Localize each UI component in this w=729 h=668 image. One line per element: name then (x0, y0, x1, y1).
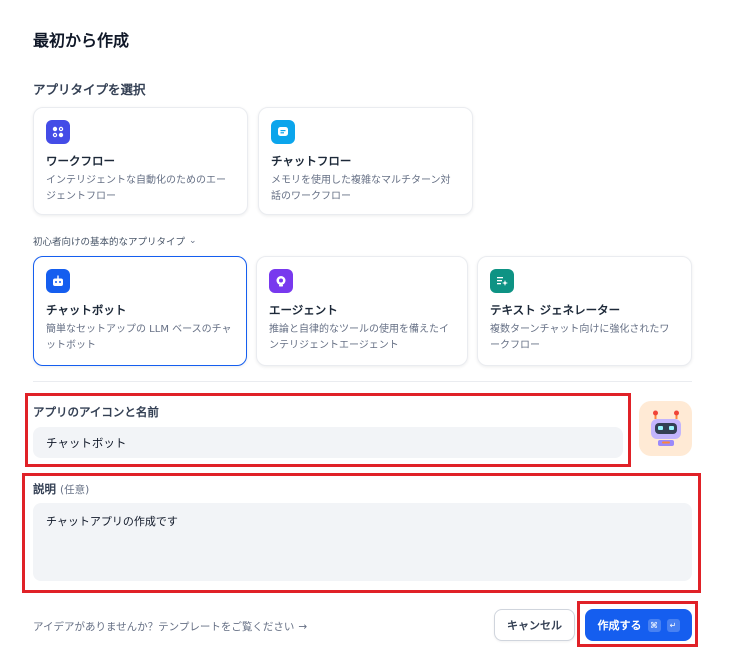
beginner-types-toggle[interactable]: 初心者向けの基本的なアプリタイプ ⌄ (33, 234, 197, 248)
create-button-label: 作成する (597, 619, 642, 632)
highlight-name-section (25, 393, 631, 467)
workflow-icon (46, 120, 70, 144)
hint-text: アイデアがありませんか？テンプレートをご覧ください (33, 621, 295, 633)
beginner-types-label: 初心者向けの基本的なアプリタイプ (33, 237, 186, 248)
create-button[interactable]: 作成する ⌘ ↵ (585, 609, 692, 641)
app-type-label: アプリタイプを選択 (33, 82, 146, 97)
app-type-name: テキスト ジェネレーター (490, 303, 621, 317)
chatflow-icon (271, 120, 295, 144)
app-type-desc: 推論と自律的なツールの使用を備えたインテリジェントエージェント (269, 324, 449, 351)
page-title: 最初から作成 (33, 31, 130, 50)
app-type-name: ワークフロー (46, 154, 115, 168)
app-type-card-agent[interactable]: エージェント 推論と自律的なツールの使用を備えたインテリジェントエージェント (256, 256, 468, 366)
app-icon-picker[interactable] (639, 401, 692, 456)
app-type-card-chatflow[interactable]: チャットフロー メモリを使用した複雑なマルチターン対話のワークフロー (258, 107, 473, 215)
app-type-card-text-generator[interactable]: テキスト ジェネレーター 複数ターンチャット向けに強化されたワークフロー (477, 256, 692, 366)
text-generator-icon (490, 269, 514, 293)
chevron-down-icon: ⌄ (189, 236, 197, 246)
chatbot-icon (46, 269, 70, 293)
app-type-name: チャットボット (46, 303, 127, 317)
command-key-icon: ⌘ (647, 618, 661, 632)
cancel-button[interactable]: キャンセル (494, 609, 575, 641)
arrow-right-icon: → (298, 620, 308, 633)
app-type-desc: 複数ターンチャット向けに強化されたワークフロー (490, 324, 670, 351)
enter-key-icon: ↵ (666, 618, 680, 632)
robot-icon (650, 410, 681, 446)
app-type-name: エージェント (269, 303, 338, 317)
agent-icon (269, 269, 293, 293)
app-type-desc: メモリを使用した複雑なマルチターン対話のワークフロー (271, 175, 451, 202)
app-type-card-workflow[interactable]: ワークフロー インテリジェントな自動化のためのエージェントフロー (33, 107, 248, 215)
template-hint-link[interactable]: アイデアがありませんか？テンプレートをご覧ください → (33, 619, 307, 634)
app-type-desc: インテリジェントな自動化のためのエージェントフロー (46, 175, 226, 202)
highlight-description-section (22, 473, 701, 593)
app-type-desc: 簡単なセットアップの LLM ベースのチャットボット (46, 324, 232, 351)
app-type-card-chatbot[interactable]: チャットボット 簡単なセットアップの LLM ベースのチャットボット (33, 256, 247, 366)
app-type-name: チャットフロー (271, 154, 352, 168)
divider (33, 381, 692, 382)
